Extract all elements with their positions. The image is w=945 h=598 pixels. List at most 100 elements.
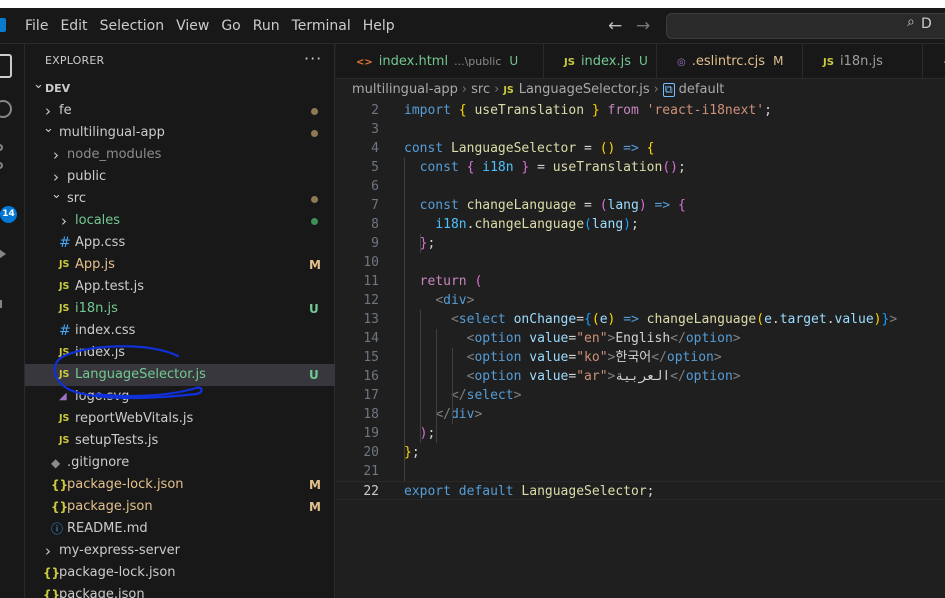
code-line[interactable]: 20};: [336, 443, 945, 462]
file-tree-item[interactable]: {} package-lock.json M: [25, 474, 335, 496]
menu-view[interactable]: View: [170, 8, 215, 44]
code-line[interactable]: 6: [336, 177, 945, 196]
editor-tab[interactable]: JS i18n.js: [803, 44, 923, 79]
file-tree-item[interactable]: ◢ logo.svg: [25, 386, 335, 408]
code-line[interactable]: 5 const { i18n } = useTranslation();: [336, 158, 945, 177]
file-tree-item[interactable]: # index.css: [25, 320, 335, 342]
code-line[interactable]: 22 export default LanguageSelector;: [336, 481, 945, 500]
code-token: const: [419, 198, 459, 213]
code-line[interactable]: 15 <option value="ko">한국어</option>: [336, 348, 945, 367]
run-debug-icon[interactable]: [0, 244, 6, 264]
file-tree-item[interactable]: # App.css: [25, 232, 335, 254]
breadcrumb-item-project[interactable]: multilingual-app: [352, 79, 458, 101]
folder-tree-item[interactable]: › locales: [25, 210, 335, 232]
code-token: >: [732, 331, 741, 346]
chevron-down-icon[interactable]: ⌄: [33, 74, 44, 96]
menu-file[interactable]: File: [19, 8, 54, 44]
code-line[interactable]: 12 <div>: [336, 291, 945, 310]
folder-tree-item[interactable]: › my-express-server: [25, 540, 335, 562]
chevron-down-icon[interactable]: ⌄: [51, 184, 62, 206]
code-line[interactable]: 21: [336, 462, 945, 481]
code-line[interactable]: 18 </div>: [336, 405, 945, 424]
folder-tree-item[interactable]: › public: [25, 166, 335, 188]
code-token: </: [651, 350, 667, 365]
code-line[interactable]: 11 return (: [336, 272, 945, 291]
folder-tree-item[interactable]: › node_modules: [25, 144, 335, 166]
code-line[interactable]: 3: [336, 120, 945, 139]
code-token: </: [435, 407, 451, 422]
code-token: i18n: [482, 160, 514, 175]
code-line[interactable]: 2 import { useTranslation } from 'react-i…: [336, 101, 945, 120]
tab-git-status: U: [509, 54, 519, 68]
chevron-right-icon[interactable]: ›: [51, 144, 61, 166]
file-tree-item[interactable]: JS i18n.js U: [25, 298, 335, 320]
code-line[interactable]: 7 const changeLanguage = (lang) => {: [336, 196, 945, 215]
explorer-files-icon[interactable]: [0, 54, 12, 78]
breadcrumb-item-src[interactable]: src: [471, 79, 490, 101]
tab-path: ...\public: [454, 55, 502, 68]
code-line[interactable]: 9 };: [336, 234, 945, 253]
file-tree-item[interactable]: {} package-lock.json: [25, 562, 335, 584]
chevron-down-icon[interactable]: ⌄: [43, 118, 54, 140]
editor-tab[interactable]: ◎ .eslintrc.cjs M: [657, 44, 803, 79]
forward-arrow-icon[interactable]: →: [636, 16, 650, 36]
editor-tab[interactable]: JS index.js U: [544, 44, 657, 79]
file-tree-item[interactable]: JS App.js M: [25, 254, 335, 276]
code-token: >: [713, 350, 722, 365]
code-line[interactable]: 10: [336, 253, 945, 272]
folder-tree-item[interactable]: › fe: [25, 100, 335, 122]
file-tree-item[interactable]: JS App.test.js: [25, 276, 335, 298]
file-tree-item[interactable]: JS index.js: [25, 342, 335, 364]
activity-search-icon[interactable]: [0, 100, 12, 118]
code-editor[interactable]: 2 import { useTranslation } from 'react-i…: [336, 101, 945, 598]
code-line[interactable]: 16 <option value="ar">العربية</option>: [336, 367, 945, 386]
source-control-badge: 14: [0, 206, 17, 223]
chevron-right-icon[interactable]: ›: [43, 540, 53, 562]
breadcrumb-item-file[interactable]: LanguageSelector.js: [519, 79, 650, 101]
menu-help[interactable]: Help: [357, 8, 401, 44]
extensions-icon[interactable]: [0, 290, 12, 310]
menu-selection[interactable]: Selection: [94, 8, 171, 44]
file-tree-item[interactable]: ⓘ README.md: [25, 518, 335, 540]
tree-item-label: i18n.js: [75, 301, 118, 316]
code-token: value: [529, 369, 569, 384]
indent-guide: [420, 234, 421, 253]
back-arrow-icon[interactable]: ←: [608, 16, 622, 36]
code-line[interactable]: 13 <select onChange={(e) => changeLangua…: [336, 310, 945, 329]
git-status-badge: M: [309, 500, 321, 514]
code-line[interactable]: 17 </select>: [336, 386, 945, 405]
file-tree-item[interactable]: JS reportWebVitals.js: [25, 408, 335, 430]
explorer-title: EXPLORER: [45, 54, 105, 67]
line-number: 7: [371, 198, 379, 213]
menu-terminal[interactable]: Terminal: [286, 8, 357, 44]
file-tree-item[interactable]: {} package.json: [25, 584, 335, 598]
more-actions-icon[interactable]: ···: [304, 49, 322, 68]
source-control-icon[interactable]: [0, 144, 6, 172]
editor-tab[interactable]: <> index.html ...\public U: [336, 44, 544, 79]
code-line[interactable]: 8 i18n.changeLanguage(lang);: [336, 215, 945, 234]
chevron-right-icon[interactable]: ›: [59, 210, 69, 232]
menu-edit[interactable]: Edit: [54, 8, 93, 44]
file-tree-item[interactable]: JS LanguageSelector.js U: [25, 364, 335, 386]
folder-tree-item[interactable]: ⌄ src: [25, 187, 335, 210]
code-line[interactable]: 14 <option value="en">English</option>: [336, 329, 945, 348]
code-token: .: [826, 312, 835, 327]
menu-go[interactable]: Go: [215, 8, 246, 44]
file-tree-item[interactable]: ◆ .gitignore: [25, 452, 335, 474]
editor-tab[interactable]: {}: [923, 44, 945, 79]
breadcrumb-item-symbol[interactable]: default: [679, 79, 725, 101]
code-token: value: [529, 350, 569, 365]
menu-run[interactable]: Run: [247, 8, 286, 44]
command-center-search[interactable]: [666, 13, 945, 39]
code-line[interactable]: 4 const LanguageSelector = () => {: [336, 139, 945, 158]
file-tree-item[interactable]: JS setupTests.js: [25, 430, 335, 452]
folder-tree-item[interactable]: ⌄ multilingual-app: [25, 121, 335, 144]
code-token: "ko": [576, 350, 608, 365]
file-tree-item[interactable]: {} package.json M: [25, 496, 335, 518]
code-text: <select onChange={(e) => changeLanguage(…: [404, 310, 897, 329]
folder-tree-item[interactable]: ⌄ DEV: [25, 77, 335, 100]
code-line[interactable]: 19 );: [336, 424, 945, 443]
menu-bar: File Edit Selection View Go Run Terminal…: [19, 8, 401, 44]
